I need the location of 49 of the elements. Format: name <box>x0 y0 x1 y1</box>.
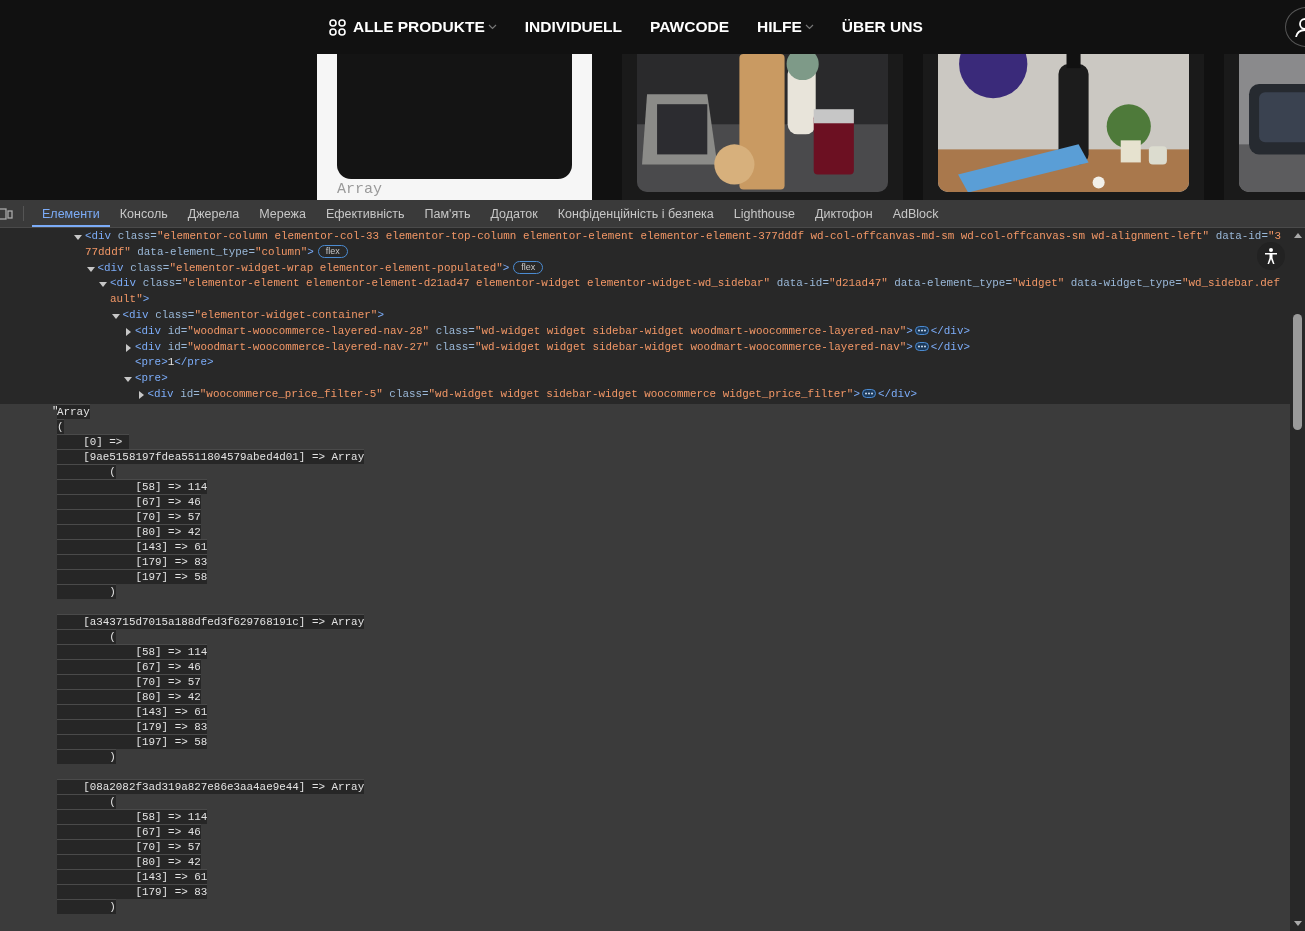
html-element-line[interactable]: <div id="woodmart-woocommerce-layered-nav-27" class="wd-widget widget sidebar-widget woodmart-woocommerce-layered-nav"> </div> <box>135 339 970 356</box>
expand-triangle-icon[interactable] <box>99 280 107 289</box>
devtools-tab[interactable]: Конфіденційність і безпека <box>547 200 724 227</box>
html-element-line[interactable]: <pre> <box>135 371 168 387</box>
html-element-line[interactable]: <div id="woodmart-woocommerce-layered-nav-28" class="wd-widget widget sidebar-widget woodmart-woocommerce-layered-nav"> </div> <box>135 323 970 340</box>
caret-icon <box>804 24 814 30</box>
ellipsis-icon[interactable] <box>914 341 929 351</box>
nav-link[interactable]: ALLE PRODUKTE <box>329 18 497 36</box>
expand-triangle-icon[interactable] <box>124 343 132 352</box>
html-element-line[interactable]: <div class="elementor-widget-wrap elementor-element-populated"> flex <box>97 260 544 277</box>
expand-triangle-icon[interactable] <box>86 264 95 273</box>
html-element-line[interactable]: <div class="elementor-widget-container"> <box>122 308 384 324</box>
devtools-tab[interactable]: Ефективність <box>315 200 415 227</box>
nav-link[interactable]: ÜBER UNS <box>841 18 923 36</box>
accessibility-button[interactable] <box>1257 242 1285 270</box>
closing-tag: </div> <box>930 340 970 353</box>
html-element-line[interactable]: <div class="elementor-element elementor-element-d21ad47 elementor-widget elementor-widget-wd_sidebar" data-id="d21ad47" data-element_type="widget" data-widget_type="wd_sidebar.default"> <box>110 276 1284 308</box>
grid-icon <box>329 18 346 36</box>
devtools-tab[interactable]: Пам'ять <box>414 200 481 227</box>
nav-link[interactable]: PAWCODE <box>650 18 729 36</box>
closing-tag: </div> <box>930 324 970 337</box>
expand-triangle-icon[interactable] <box>74 233 82 241</box>
devtools-tab[interactable]: Консоль <box>109 200 178 227</box>
devtools-tab[interactable]: Додаток <box>480 200 548 227</box>
html-element-line[interactable]: <pre>1</pre> <box>135 355 214 372</box>
quote-mark: " <box>52 403 57 419</box>
devtools-tab[interactable]: Диктофон <box>804 200 883 227</box>
card-text: Array <box>337 182 383 198</box>
scrollbar-thumb[interactable] <box>1293 314 1302 430</box>
devtools-tab[interactable]: Lighthouse <box>723 200 805 227</box>
nav-link[interactable]: HILFE <box>757 18 814 36</box>
closing-tag: </div> <box>877 387 918 400</box>
devtools-tab[interactable]: Мережа <box>249 200 316 227</box>
scroll-up-icon[interactable] <box>1293 232 1302 238</box>
nav-link[interactable]: INDIVIDUELL <box>524 18 623 36</box>
expand-triangle-icon[interactable] <box>136 390 145 399</box>
expand-triangle-icon[interactable] <box>124 375 132 384</box>
devtools-tab[interactable]: Джерела <box>177 200 250 227</box>
expand-triangle-icon[interactable] <box>111 312 120 320</box>
caret-icon <box>487 24 497 30</box>
devtools-tab[interactable]: Елементи <box>32 200 110 227</box>
devtools-tab[interactable]: AdBlock <box>882 200 949 227</box>
scroll-down-icon[interactable] <box>1293 921 1302 927</box>
ellipsis-icon[interactable] <box>914 325 929 335</box>
expand-triangle-icon[interactable] <box>124 327 132 336</box>
accessibility-icon <box>1264 248 1278 264</box>
device-toolbar-icon[interactable] <box>0 207 13 220</box>
html-element-line[interactable]: <div id="woocommerce_price_filter-5" class="wd-widget widget sidebar-widget woocommerce widget_price_filter"> </div> <box>147 386 918 403</box>
ellipsis-icon[interactable] <box>861 388 876 398</box>
